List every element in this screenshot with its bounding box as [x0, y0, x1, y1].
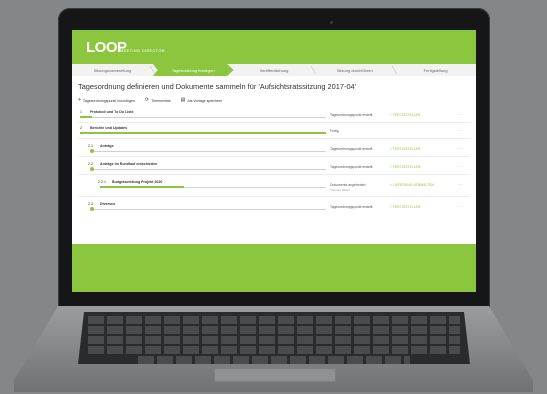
progress-dot [90, 149, 94, 153]
step-label: Sitzungsvorbereitung [93, 67, 132, 73]
finalize-action[interactable]: + FERTIGSTELLEN [390, 113, 420, 117]
step-label: Tagesordnung festlegen [171, 67, 215, 73]
finalize-action[interactable]: + FERTIGSTELLEN [390, 205, 420, 209]
divider [78, 196, 470, 197]
main-content: Tagesordnung definieren und Dokumente sa… [72, 76, 476, 244]
progress-fill [100, 186, 184, 188]
agenda-item-owner: Thomas Strehl [330, 188, 350, 192]
agenda-item-status: Tagesordnungspunkt erstellt [330, 147, 373, 151]
agenda-item-label: Budgetzuteilung Projekt 2020 [112, 180, 163, 184]
progress-track [90, 209, 326, 210]
topic-list-label: Themenliste [151, 98, 171, 103]
agenda-item-number: 2.2 [88, 162, 93, 166]
agenda-item[interactable]: 2.1 Anträge Tagesordnungspunkt erstellt … [78, 144, 468, 156]
agenda-item-number: 2 [80, 126, 82, 130]
step-label: Veröffentlichung [259, 67, 289, 73]
step-finalize[interactable]: Fertigstellung [395, 64, 476, 76]
progress-track [90, 169, 326, 170]
app-screen: LOOP MEETING DIRECTOR Sitzungsvorbereitu… [72, 30, 476, 292]
step-publish[interactable]: Veröffentlichung [234, 64, 317, 76]
progress-dot [90, 167, 94, 171]
agenda-item-label: Diverses [100, 202, 115, 206]
progress-dot [90, 207, 94, 211]
agenda-item[interactable]: 2 Berichte und Updates Fertig ⋯ [78, 126, 468, 138]
agenda-item-label: Protokoll und To Do Liste [90, 110, 134, 114]
agenda-item-number: 1 [80, 110, 82, 114]
trackpad [214, 368, 336, 382]
divider [78, 174, 470, 175]
agenda-item[interactable]: 2.2.1 Budgetzuteilung Projekt 2020 Dokum… [78, 180, 468, 194]
agenda-item-status: Dokumente angefordert [330, 183, 366, 187]
progress-track [80, 117, 326, 118]
camera-icon [330, 21, 333, 24]
more-icon[interactable]: ⋯ [458, 164, 463, 170]
plus-icon: + [78, 97, 81, 103]
agenda-item-status: Tagesordnungspunkt erstellt [330, 205, 373, 209]
agenda-item[interactable]: 1 Protokoll und To Do Liste Tagesordnung… [78, 110, 468, 122]
more-icon[interactable]: ⋯ [458, 204, 463, 210]
step-agenda[interactable]: Tagesordnung festlegen [152, 64, 234, 76]
footer-band [72, 244, 476, 292]
add-agenda-item-label: Tagesordnungspunkt hinzufügen [82, 98, 135, 103]
progress-fill [80, 132, 326, 134]
divider [78, 138, 470, 139]
more-icon[interactable]: ⋯ [458, 182, 463, 188]
finalize-action[interactable]: + FERTIGSTELLEN [390, 165, 420, 169]
agenda-item[interactable]: 2.3 Diverses Tagesordnungspunkt erstellt… [78, 202, 468, 214]
agenda-item-number: 2.1 [88, 144, 93, 148]
more-icon[interactable]: ⋯ [458, 146, 463, 152]
agenda-item-status: Fertig [330, 129, 339, 133]
refresh-icon: ⟳ [144, 97, 150, 103]
finalize-action[interactable]: + FERTIGSTELLEN [390, 147, 420, 151]
document-icon: ▤ [180, 97, 186, 103]
toolbar: + Tagesordnungspunkt hinzufügen ⟳ Themen… [78, 98, 222, 103]
save-template-label: Als Vorlage speichern [187, 98, 223, 103]
workflow-steps: Sitzungsvorbereitung Tagesordnung festle… [72, 64, 476, 76]
more-icon[interactable]: ⋯ [458, 112, 463, 118]
agenda-item-label: Berichte und Updates [90, 126, 128, 130]
divider [78, 156, 470, 157]
progress-fill [80, 116, 92, 118]
step-label: Fertigstellung [423, 67, 448, 73]
divider [78, 122, 470, 123]
more-icon[interactable]: ⋯ [458, 128, 463, 134]
agenda-item[interactable]: 2.2 Anträge im Rundlauf entschieden Tage… [78, 162, 468, 174]
agenda-item-label: Anträge im Rundlauf entschieden [100, 162, 158, 166]
manage-delivery-action[interactable]: + LIEFERUNG VERWALTEN [390, 183, 434, 187]
agenda-item-status: Tagesordnungspunkt erstellt [330, 113, 373, 117]
step-label: Sitzung durchführen [336, 67, 373, 73]
page-title: Tagesordnung definieren und Dokumente sa… [78, 82, 357, 91]
step-conduct[interactable]: Sitzung durchführen [314, 64, 398, 76]
app-logo-subtitle: MEETING DIRECTOR [120, 48, 165, 53]
app-header: LOOP MEETING DIRECTOR [72, 30, 476, 64]
agenda-item-number: 2.3 [88, 202, 93, 206]
step-preparation[interactable]: Sitzungsvorbereitung [72, 64, 156, 76]
progress-track [90, 151, 326, 152]
laptop-base [14, 306, 533, 392]
agenda-item-status: Tagesordnungspunkt erstellt [330, 165, 373, 169]
agenda-item-number: 2.2.1 [98, 180, 106, 184]
add-agenda-item-button[interactable]: + Tagesordnungspunkt hinzufügen [78, 98, 135, 103]
save-template-button[interactable]: ▤ Als Vorlage speichern [181, 98, 223, 103]
topic-list-button[interactable]: ⟳ Themenliste [145, 98, 171, 103]
keyboard [78, 312, 470, 364]
agenda-item-label: Anträge [100, 144, 114, 148]
